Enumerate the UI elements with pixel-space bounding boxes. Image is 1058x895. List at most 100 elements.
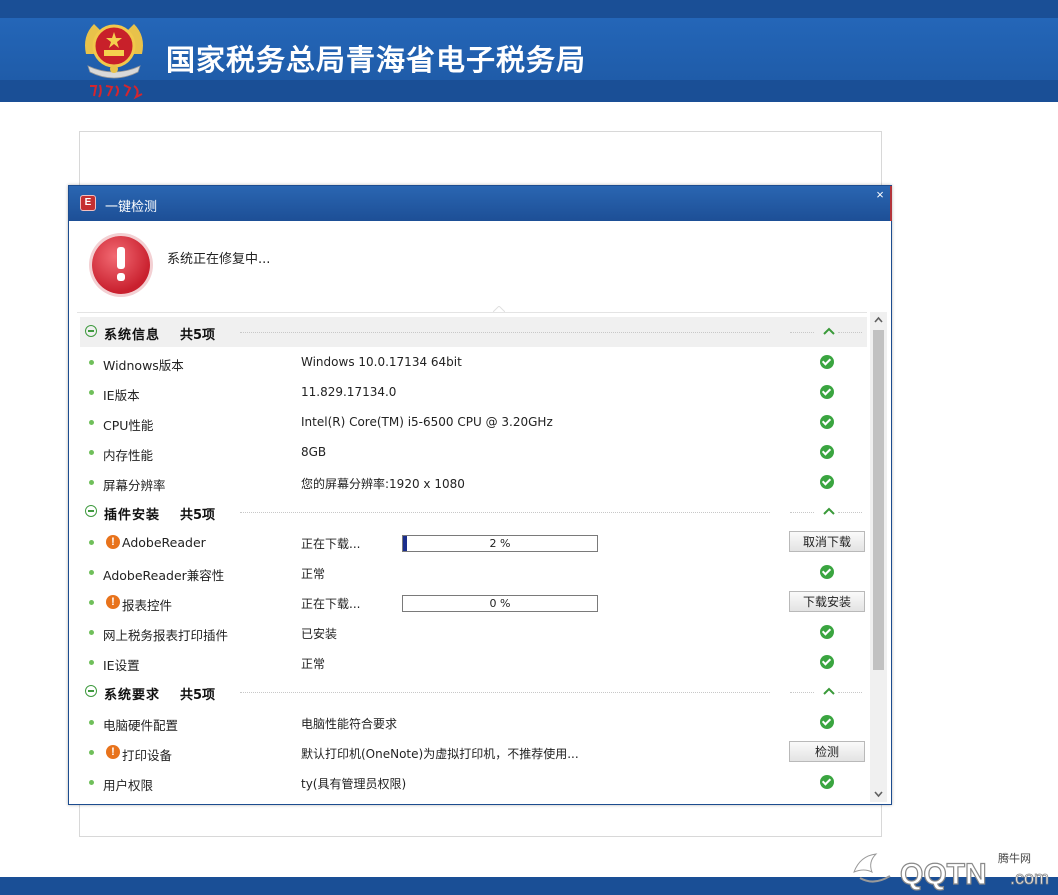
item-value: 正在下载... — [301, 537, 361, 551]
list-item: IE设置 正常 — [80, 647, 867, 677]
svg-text:QQTN: QQTN — [900, 858, 987, 891]
vertical-scrollbar[interactable] — [870, 312, 887, 802]
check-ok-icon — [820, 655, 834, 669]
check-list: 系统信息 共5项 Widnows版本 Windows 10.0.17134 64… — [77, 312, 867, 803]
item-label: 内存性能 — [103, 448, 154, 463]
check-ok-icon — [820, 355, 834, 369]
item-label: CPU性能 — [103, 418, 154, 433]
section-title: 插件安装 — [104, 508, 161, 523]
dotted-divider — [838, 512, 862, 513]
check-ok-icon — [820, 475, 834, 489]
titlebar-edge — [890, 186, 892, 221]
bullet-icon — [89, 780, 94, 785]
list-item: ! 打印设备 默认打印机(OneNote)为虚拟打印机，不推荐使用... 检测 — [80, 737, 867, 767]
item-label: 用户权限 — [103, 778, 154, 793]
check-ok-icon — [820, 415, 834, 429]
section-count: 共5项 — [180, 328, 216, 343]
item-label: AdobeReader — [122, 535, 206, 550]
list-item: ! 报表控件 正在下载... 0 % 下载安装 — [80, 587, 867, 617]
item-label: Widnows版本 — [103, 358, 184, 373]
item-value: 默认打印机(OneNote)为虚拟打印机，不推荐使用... — [301, 747, 579, 761]
bullet-icon — [89, 660, 94, 665]
warning-icon: ! — [106, 745, 120, 759]
warning-icon: ! — [106, 595, 120, 609]
section-system-info[interactable]: 系统信息 共5项 — [80, 317, 867, 347]
tax-emblem-icon — [85, 24, 143, 79]
banner-bottom-stripe — [0, 80, 1058, 102]
chevron-up-icon[interactable] — [822, 685, 836, 697]
site-title: 国家税务总局青海省电子税务局 — [166, 43, 587, 77]
list-item: Widnows版本 Windows 10.0.17134 64bit — [80, 347, 867, 377]
banner-top-stripe — [0, 0, 1058, 18]
bullet-icon — [89, 750, 94, 755]
check-ok-icon — [820, 385, 834, 399]
list-item: 内存性能 8GB — [80, 437, 867, 467]
cancel-download-button[interactable]: 取消下载 — [789, 531, 865, 552]
item-value: 电脑性能符合要求 — [301, 717, 398, 731]
check-ok-icon — [820, 445, 834, 459]
bullet-icon — [89, 600, 94, 605]
list-item: AdobeReader兼容性 正常 — [80, 557, 867, 587]
item-label: AdobeReader兼容性 — [103, 568, 225, 583]
chevron-up-icon[interactable] — [822, 505, 836, 517]
status-message: 系统正在修复中... — [167, 252, 271, 267]
item-value: 11.829.17134.0 — [301, 385, 397, 399]
section-system-requirements[interactable]: 系统要求 共5项 — [80, 677, 867, 707]
collapse-toggle-icon[interactable] — [85, 505, 97, 517]
header-banner: 国家税务总局青海省电子税务局 — [0, 0, 1058, 102]
dialog-titlebar[interactable]: E 一键检测 × — [69, 186, 892, 221]
section-plugin-install[interactable]: 插件安装 共5项 — [80, 497, 867, 527]
item-value: 正常 — [301, 567, 326, 581]
bullet-icon — [89, 480, 94, 485]
dialog-title: 一键检测 — [105, 200, 158, 215]
progress-percent: 2 % — [489, 537, 511, 550]
bullet-icon — [89, 390, 94, 395]
bullet-icon — [89, 540, 94, 545]
item-value: 8GB — [301, 445, 327, 459]
check-ok-icon — [820, 775, 834, 789]
check-ok-icon — [820, 625, 834, 639]
dotted-divider — [240, 692, 770, 693]
item-label: 打印设备 — [122, 748, 173, 763]
section-count: 共5项 — [180, 508, 216, 523]
detect-button[interactable]: 检测 — [789, 741, 865, 762]
dotted-divider — [838, 692, 862, 693]
scrollbar-thumb[interactable] — [873, 330, 884, 670]
check-ok-icon — [820, 565, 834, 579]
list-item: IE版本 11.829.17134.0 — [80, 377, 867, 407]
collapse-toggle-icon[interactable] — [85, 685, 97, 697]
list-item: ! AdobeReader 正在下载... 2 % 取消下载 — [80, 527, 867, 557]
download-progress-bar: 2 % — [402, 535, 598, 552]
check-ok-icon — [820, 715, 834, 729]
app-logo-icon: E — [80, 195, 96, 211]
item-label: IE设置 — [103, 658, 140, 673]
item-value: 正常 — [301, 657, 326, 671]
download-progress-bar: 0 % — [402, 595, 598, 612]
warning-icon: ! — [106, 535, 120, 549]
list-item: 用户权限 ty(具有管理员权限) — [80, 767, 867, 797]
dotted-divider — [790, 692, 814, 693]
item-value: Windows 10.0.17134 64bit — [301, 355, 462, 369]
close-icon[interactable]: × — [873, 188, 887, 202]
list-item: 屏幕分辨率 您的屏幕分辨率:1920 x 1080 — [80, 467, 867, 497]
chevron-up-icon[interactable] — [822, 325, 836, 337]
item-label: 屏幕分辨率 — [103, 478, 166, 493]
section-count: 共5项 — [180, 688, 216, 703]
item-label: 报表控件 — [122, 598, 173, 613]
bullet-icon — [89, 570, 94, 575]
item-label: 电脑硬件配置 — [103, 718, 179, 733]
dotted-divider — [790, 512, 814, 513]
item-value: ty(具有管理员权限) — [301, 777, 407, 791]
seal-text-logo — [90, 84, 143, 100]
collapse-toggle-icon[interactable] — [85, 325, 97, 337]
scroll-up-icon[interactable] — [870, 312, 887, 329]
scroll-down-icon[interactable] — [870, 785, 887, 802]
dotted-divider — [240, 512, 770, 513]
item-value: 已安装 — [301, 627, 338, 641]
list-item: 网上税务报表打印插件 已安装 — [80, 617, 867, 647]
item-value: 正在下载... — [301, 597, 361, 611]
bullet-icon — [89, 720, 94, 725]
warning-status-icon — [92, 236, 150, 294]
dotted-divider — [240, 332, 770, 333]
download-install-button[interactable]: 下载安装 — [789, 591, 865, 612]
